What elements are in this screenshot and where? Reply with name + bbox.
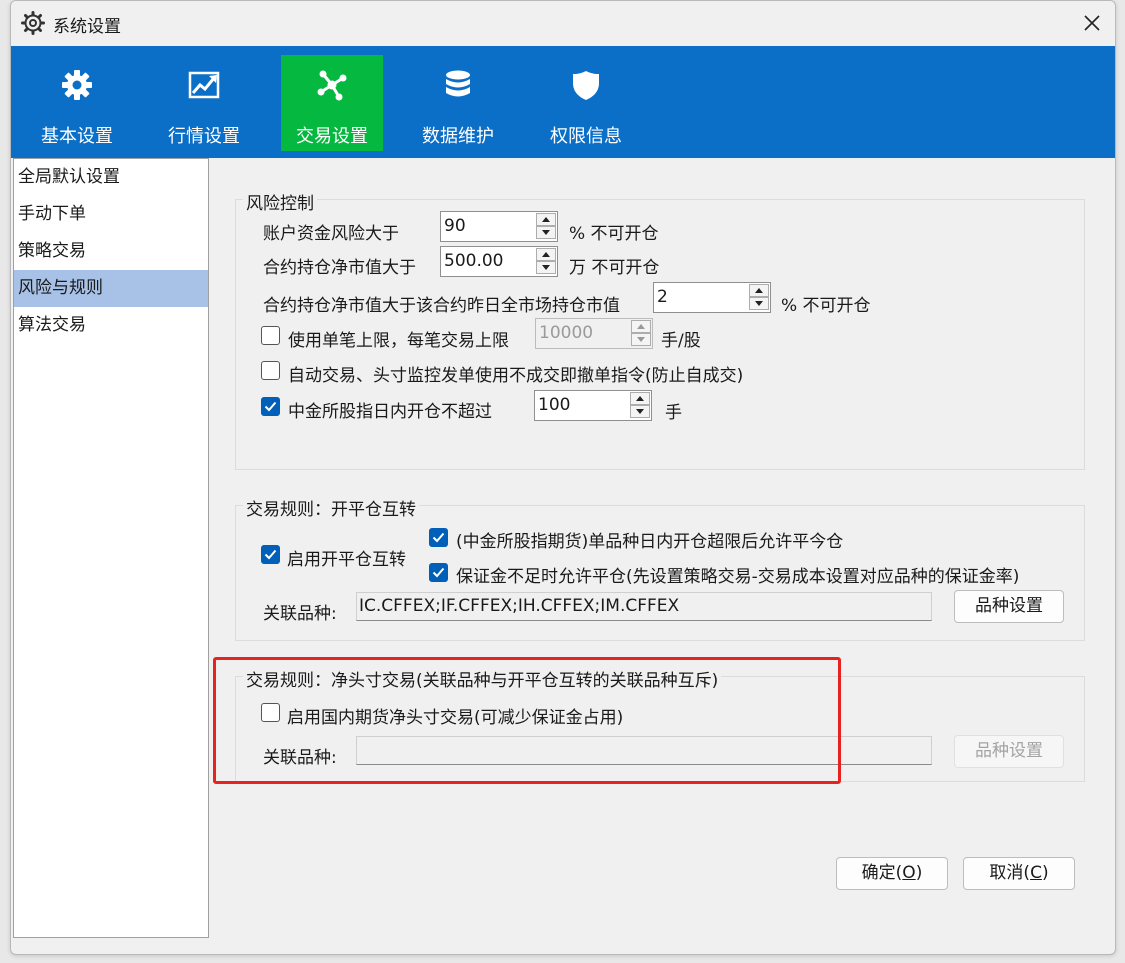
settings-sidebar: 全局默认设置 手动下单 策略交易 风险与规则 算法交易 [13,158,209,938]
sidebar-item-global-defaults[interactable]: 全局默认设置 [14,159,208,196]
spin-down-icon[interactable] [536,226,556,239]
product-settings-button[interactable]: 品种设置 [954,590,1064,623]
spin-up-icon[interactable] [631,320,651,333]
related-products-label: 关联品种: [263,604,337,624]
tab-label: 交易设置 [296,126,368,147]
ok-button[interactable]: 确定(O) [836,857,948,890]
margin-close-checkbox[interactable] [429,563,448,582]
tab-basic-settings[interactable]: 基本设置 [26,55,128,151]
spin-down-icon[interactable] [630,405,650,418]
single-limit-spinbox[interactable]: 10000 [535,318,653,349]
spin-down-icon[interactable] [631,333,651,346]
net-value-label: 合约持仓净市值大于 [263,258,416,278]
category-toolbar: 基本设置 行情设置 交易设置 数据维护 权限信息 [11,46,1115,158]
enable-open-close-label: 启用开平仓互转 [287,550,406,570]
allow-close-today-checkbox[interactable] [429,528,448,547]
market-value-spinbox[interactable]: 2 [653,282,771,313]
related-products-field[interactable]: IC.CFFEX;IF.CFFEX;IH.CFFEX;IM.CFFEX [356,592,932,621]
enable-net-position-label: 启用国内期货净头寸交易(可减少保证金占用) [287,708,624,728]
tab-trade-settings[interactable]: 交易设置 [281,55,383,151]
market-value-label: 合约持仓净市值大于该合约昨日全市场持仓市值 [263,296,620,316]
auto-trade-checkbox[interactable] [261,361,280,380]
related-products-label: 关联品种: [263,748,337,768]
checkmark-icon [432,532,445,543]
tab-label: 权限信息 [550,126,622,147]
cffex-limit-label: 中金所股指日内开仓不超过 [288,402,492,422]
group-title: 交易规则：开平仓互转 [243,495,419,520]
enable-open-close-checkbox[interactable] [261,545,280,564]
account-risk-label: 账户资金风险大于 [263,224,399,244]
checkmark-icon [264,401,277,412]
tab-label: 基本设置 [41,126,113,147]
spin-down-icon[interactable] [536,261,556,274]
spin-up-icon[interactable] [749,284,769,297]
cffex-limit-suffix: 手 [665,403,682,423]
single-limit-checkbox[interactable] [261,326,280,345]
account-risk-spinbox[interactable]: 90 [440,211,558,242]
tab-quote-settings[interactable]: 行情设置 [153,55,255,151]
enable-net-position-checkbox[interactable] [261,703,280,722]
group-title: 交易规则：净头寸交易(关联品种与开平仓互转的关联品种互斥) [243,666,722,691]
spin-up-icon[interactable] [536,248,556,261]
tab-data-maintenance[interactable]: 数据维护 [407,55,509,151]
settings-gear-icon [21,11,45,35]
sidebar-item-strategy-trading[interactable]: 策略交易 [14,233,208,270]
open-close-conversion-group: 交易规则：开平仓互转 启用开平仓互转 (中金所股指期货)单品种日内开仓超限后允许… [235,495,1085,641]
risk-control-group: 风险控制 账户资金风险大于 90 % 不可开仓 合约持仓净市值大于 500.00… [235,189,1085,470]
market-value-suffix: % 不可开仓 [781,296,871,316]
margin-close-label: 保证金不足时允许平仓(先设置策略交易-交易成本设置对应品种的保证金率) [456,567,1020,587]
spin-up-icon[interactable] [536,213,556,226]
network-icon [281,67,383,103]
cffex-limit-checkbox[interactable] [261,397,280,416]
net-value-suffix: 万 不可开仓 [569,258,660,278]
related-products-field[interactable] [356,736,932,765]
cffex-limit-spinbox[interactable]: 100 [534,390,652,421]
gear-icon [26,67,128,103]
net-value-spinbox[interactable]: 500.00 [440,246,558,277]
settings-window: 系统设置 基本设置 行情设置 交易设置 数据维护 权限信息 全局默认设置 手动下… [10,0,1116,955]
database-icon [407,67,509,103]
cancel-button[interactable]: 取消(C) [963,857,1075,890]
single-limit-label: 使用单笔上限，每笔交易上限 [288,331,509,351]
spin-up-icon[interactable] [630,392,650,405]
net-position-group: 交易规则：净头寸交易(关联品种与开平仓互转的关联品种互斥) 启用国内期货净头寸交… [235,666,1085,782]
allow-close-today-label: (中金所股指期货)单品种日内开仓超限后允许平今仓 [456,532,844,552]
close-icon [1084,15,1100,31]
checkmark-icon [264,549,277,560]
checkmark-icon [432,567,445,578]
sidebar-item-manual-order[interactable]: 手动下单 [14,196,208,233]
single-limit-suffix: 手/股 [661,331,701,351]
tab-label: 数据维护 [422,126,494,147]
tab-label: 行情设置 [168,126,240,147]
close-button[interactable] [1075,7,1109,39]
title-bar: 系统设置 [11,1,1115,45]
window-title: 系统设置 [53,17,121,37]
group-title: 风险控制 [243,189,317,214]
auto-trade-label: 自动交易、头寸监控发单使用不成交即撤单指令(防止自成交) [288,366,744,386]
product-settings-button[interactable]: 品种设置 [954,735,1064,768]
sidebar-item-algo-trading[interactable]: 算法交易 [14,307,208,344]
account-risk-suffix: % 不可开仓 [569,224,659,244]
shield-icon [535,67,637,103]
sidebar-item-risk-rules[interactable]: 风险与规则 [14,270,208,307]
tab-permission-info[interactable]: 权限信息 [535,55,637,151]
spin-down-icon[interactable] [749,297,769,310]
chart-icon [153,67,255,103]
